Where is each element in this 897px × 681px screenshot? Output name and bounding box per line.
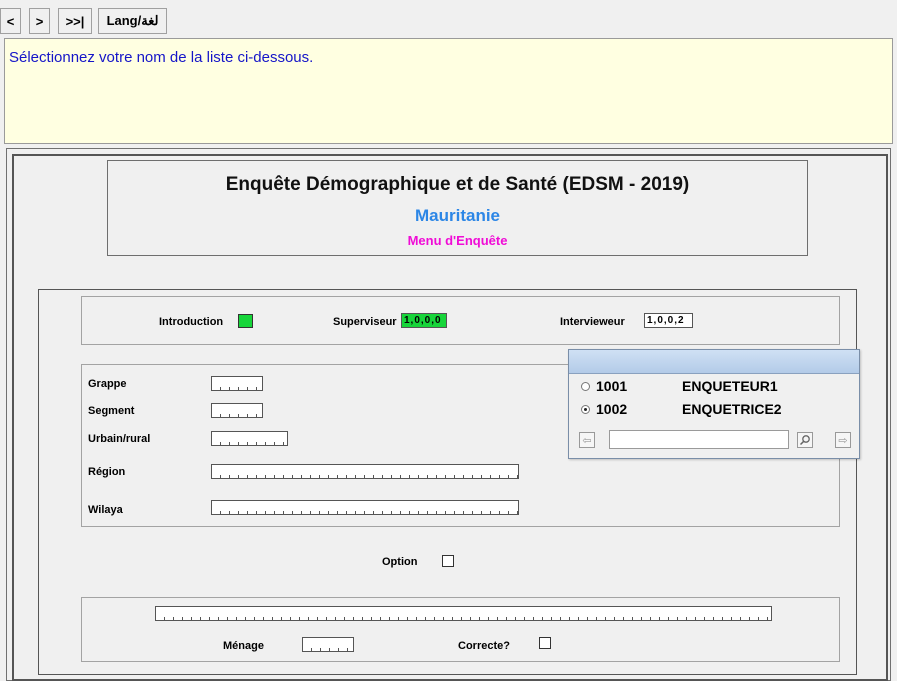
right-arrow-icon[interactable]: ⇨ — [835, 432, 851, 448]
correcte-label: Correcte? — [458, 640, 510, 652]
magnifier-icon[interactable] — [797, 432, 813, 448]
interviewer-option-1002[interactable]: 1002 ENQUETRICE2 — [581, 401, 782, 417]
option-code: 1002 — [596, 401, 628, 417]
survey-title: Enquête Démographique et de Santé (EDSM … — [225, 174, 690, 195]
survey-header: Enquête Démographique et de Santé (EDSM … — [107, 160, 808, 256]
option-name: ENQUETRICE2 — [682, 401, 782, 417]
urbain-rural-field[interactable] — [211, 431, 288, 446]
instruction-text: Sélectionnez votre nom de la liste ci-de… — [9, 49, 314, 66]
urbain-rural-label: Urbain/rural — [88, 433, 151, 445]
search-input[interactable] — [609, 430, 789, 449]
superviseur-label: Superviseur — [333, 316, 397, 328]
menage-field[interactable] — [302, 637, 354, 652]
prev-button[interactable]: < — [0, 8, 21, 34]
interviewer-option-1001[interactable]: 1001 ENQUETEUR1 — [581, 378, 778, 394]
radio-1001[interactable] — [581, 381, 590, 391]
menu-title: Menu d'Enquête — [407, 233, 508, 248]
interviewer-select-popup: 1001 ENQUETEUR1 1002 ENQUETRICE2 ⇦ ⇨ — [568, 349, 860, 459]
country-title: Mauritanie — [414, 206, 501, 225]
option-code: 1001 — [596, 378, 628, 394]
grappe-field[interactable] — [211, 376, 263, 391]
option-checkbox[interactable] — [442, 555, 454, 567]
grappe-label: Grappe — [88, 378, 127, 390]
superviseur-value[interactable]: 1,0,0,0 — [401, 313, 447, 328]
household-name-field[interactable] — [155, 606, 772, 621]
radio-1002[interactable] — [581, 404, 590, 414]
introduction-indicator[interactable] — [238, 314, 253, 328]
introduction-label: Introduction — [159, 316, 224, 328]
popup-title-bar — [569, 350, 859, 374]
message-panel: Sélectionnez votre nom de la liste ci-de… — [4, 38, 893, 144]
left-arrow-icon[interactable]: ⇦ — [579, 432, 595, 448]
segment-field[interactable] — [211, 403, 263, 418]
last-button[interactable]: >>| — [58, 8, 92, 34]
region-field[interactable] — [211, 464, 519, 479]
option-name: ENQUETEUR1 — [682, 378, 778, 394]
wilaya-field[interactable] — [211, 500, 519, 515]
lang-button[interactable]: Lang/لغة — [98, 8, 167, 34]
correcte-checkbox[interactable] — [539, 637, 551, 649]
option-label: Option — [382, 556, 418, 568]
intervieweur-value[interactable]: 1,0,0,2 — [644, 313, 693, 328]
segment-label: Segment — [88, 405, 135, 417]
menage-label: Ménage — [223, 640, 264, 652]
wilaya-label: Wilaya — [88, 504, 123, 516]
intervieweur-label: Intervieweur — [560, 316, 625, 328]
region-label: Région — [88, 466, 126, 478]
next-button[interactable]: > — [29, 8, 50, 34]
